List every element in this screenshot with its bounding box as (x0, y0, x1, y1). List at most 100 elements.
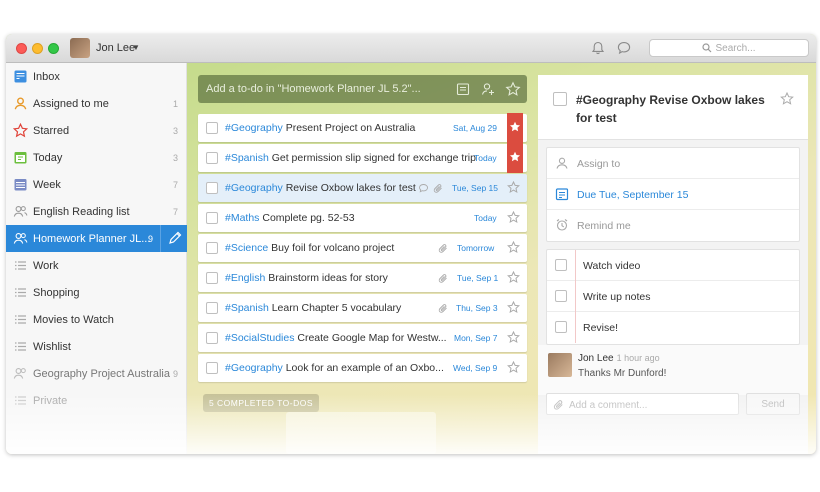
bell-icon[interactable] (590, 40, 606, 56)
calendar-week-icon (14, 179, 27, 191)
task-checkbox[interactable] (206, 242, 218, 254)
zoom-window-button[interactable] (48, 43, 59, 54)
subtask-checkbox[interactable] (555, 259, 567, 271)
subtask-checkbox[interactable] (555, 290, 567, 302)
minimize-window-button[interactable] (32, 43, 43, 54)
task-row[interactable]: #Maths Complete pg. 52-53 Today (198, 204, 527, 232)
paperclip-icon[interactable] (553, 399, 565, 411)
task-due-date: Tomorrow (457, 243, 495, 253)
calendar-icon (555, 188, 569, 201)
list-icon (15, 396, 26, 405)
task-checkbox[interactable] (206, 182, 218, 194)
task-text: Brainstorm ideas for story (265, 272, 388, 284)
pencil-icon (169, 231, 182, 244)
task-row[interactable]: #SocialStudies Create Google Map for Wes… (198, 324, 527, 352)
margin-line (575, 250, 576, 281)
sidebar-item-wishlist[interactable]: Wishlist (6, 333, 187, 360)
star-icon[interactable] (507, 301, 520, 314)
star-icon[interactable] (507, 241, 520, 254)
task-title: #English Brainstorm ideas for story (225, 272, 388, 284)
task-row[interactable]: #Science Buy foil for volcano project To… (198, 234, 527, 262)
task-checkbox[interactable] (206, 212, 218, 224)
task-row[interactable]: #Spanish Learn Chapter 5 vocabulary Thu,… (198, 294, 527, 322)
star-icon[interactable] (507, 361, 520, 374)
task-title: #Spanish Learn Chapter 5 vocabulary (225, 302, 401, 314)
star-icon[interactable] (507, 181, 520, 194)
task-checkbox[interactable] (206, 302, 218, 314)
sidebar-item-today[interactable]: Today 3 (6, 144, 187, 171)
star-icon[interactable] (505, 81, 521, 97)
task-row[interactable]: #English Brainstorm ideas for story Tue,… (198, 264, 527, 292)
detail-checkbox[interactable] (553, 92, 567, 106)
task-title: #Maths Complete pg. 52-53 (225, 212, 355, 224)
task-due-date: Mon, Sep 7 (454, 333, 498, 343)
task-row[interactable]: #Geography Present Project on Australia … (198, 113, 527, 143)
task-title: #Geography Revise Oxbow lakes for test (225, 182, 416, 194)
task-properties-card: Assign to Due Tue, September 15 Remind m… (546, 147, 800, 242)
detail-title[interactable]: #Geography Revise Oxbow lakes for test (576, 91, 766, 127)
assign-to-row[interactable]: Assign to (547, 148, 799, 179)
comment-input[interactable]: Add a comment... (546, 393, 739, 415)
subtask-item[interactable]: Revise! (547, 312, 799, 343)
due-date-row[interactable]: Due Tue, September 15 (547, 179, 799, 210)
sidebar-item-label: Movies to Watch (33, 314, 114, 326)
task-due-date: Wed, Sep 9 (453, 363, 498, 373)
subtasks-card: Watch video Write up notes Revise! (546, 249, 800, 345)
subtask-checkbox[interactable] (555, 321, 567, 333)
sidebar-item-geography-project-australia[interactable]: Geography Project Australia 9 (6, 360, 187, 387)
task-row[interactable]: #Spanish Get permission slip signed for … (198, 143, 527, 173)
remind-me-label: Remind me (577, 220, 631, 232)
user-avatar[interactable] (70, 38, 90, 58)
user-name[interactable]: Jon Lee (96, 42, 135, 54)
attachment-icon (438, 304, 447, 313)
assign-icon[interactable] (480, 81, 496, 97)
star-icon[interactable] (780, 92, 794, 106)
shared-list-icon (13, 233, 28, 244)
subtask-item[interactable]: Write up notes (547, 281, 799, 312)
sidebar-item-homework-planner[interactable]: Homework Planner JL... 9 (6, 225, 187, 252)
starred-flag[interactable] (507, 113, 523, 143)
star-icon[interactable] (507, 331, 520, 344)
task-row[interactable]: #Geography Look for an example of an Oxb… (198, 354, 527, 382)
sidebar-item-work[interactable]: Work (6, 252, 187, 279)
show-completed-button[interactable]: 5 COMPLETED TO-DOS (203, 394, 319, 412)
task-due-date: Tue, Sep 15 (452, 183, 498, 193)
edit-list-button[interactable] (160, 225, 187, 252)
add-todo-input[interactable]: Add a to-do in "Homework Planner JL 5.2"… (198, 75, 527, 103)
chevron-down-icon[interactable]: ▼ (132, 43, 140, 52)
sidebar-item-private[interactable]: Private (6, 387, 187, 414)
sidebar-item-label: Homework Planner JL... (33, 233, 151, 245)
subtask-item[interactable]: Watch video (547, 250, 799, 281)
task-due-date: Thu, Sep 3 (456, 303, 498, 313)
sidebar-item-english-reading-list[interactable]: English Reading list 7 (6, 198, 187, 225)
task-checkbox[interactable] (206, 152, 218, 164)
close-window-button[interactable] (16, 43, 27, 54)
chat-bubble-icon[interactable] (616, 40, 632, 56)
due-date-icon[interactable] (455, 81, 471, 97)
task-checkbox[interactable] (206, 332, 218, 344)
send-button[interactable]: Send (746, 393, 800, 415)
task-tag: #Spanish (225, 302, 269, 314)
sidebar-item-movies-to-watch[interactable]: Movies to Watch (6, 306, 187, 333)
sidebar-item-assigned-to-me[interactable]: Assigned to me 1 (6, 90, 187, 117)
task-tag: #SocialStudies (225, 332, 295, 344)
task-title: #Spanish Get permission slip signed for … (225, 152, 476, 164)
avatar (548, 353, 572, 377)
task-checkbox[interactable] (206, 122, 218, 134)
margin-line (575, 281, 576, 312)
star-icon[interactable] (507, 211, 520, 224)
task-checkbox[interactable] (206, 272, 218, 284)
star-icon (510, 121, 520, 132)
list-icon (15, 315, 26, 324)
sidebar-item-inbox[interactable]: Inbox (6, 63, 187, 90)
search-input[interactable]: Search... (649, 39, 809, 57)
comment-time: 1 hour ago (616, 353, 660, 363)
remind-me-row[interactable]: Remind me (547, 210, 799, 241)
sidebar-item-week[interactable]: Week 7 (6, 171, 187, 198)
star-icon[interactable] (507, 271, 520, 284)
sidebar-item-shopping[interactable]: Shopping (6, 279, 187, 306)
starred-flag[interactable] (507, 143, 523, 173)
task-row[interactable]: #Geography Revise Oxbow lakes for test T… (198, 174, 527, 202)
sidebar-item-starred[interactable]: Starred 3 (6, 117, 187, 144)
task-checkbox[interactable] (206, 362, 218, 374)
